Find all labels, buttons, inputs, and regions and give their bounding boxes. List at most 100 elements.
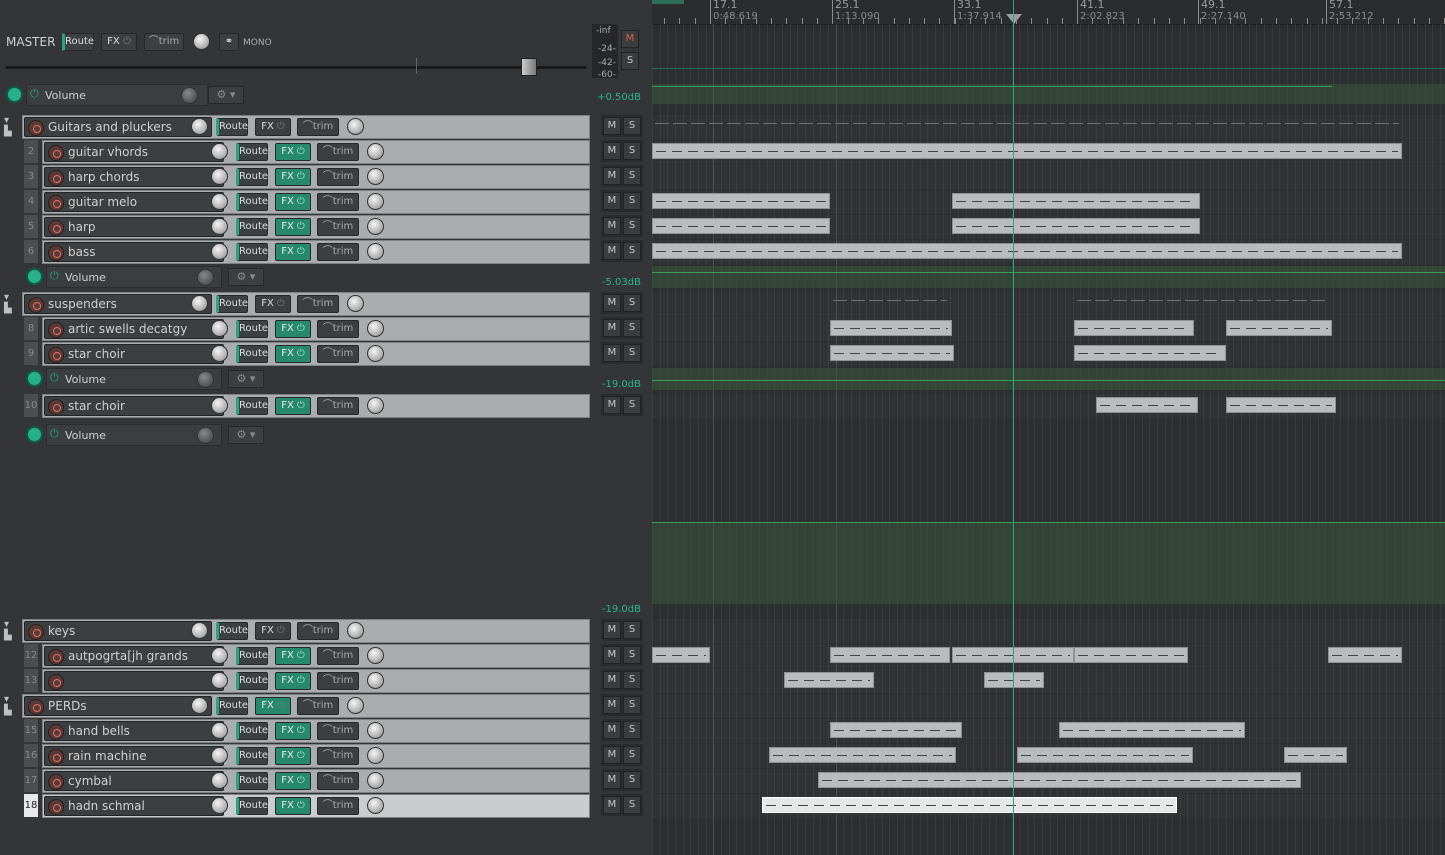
mute-button[interactable]: M: [603, 192, 621, 210]
record-arm-button[interactable]: [48, 799, 64, 815]
route-button[interactable]: Route: [236, 797, 268, 815]
track-name-box[interactable]: star choir: [44, 396, 224, 416]
media-item[interactable]: [1226, 320, 1332, 336]
track-name-box[interactable]: rain machine: [44, 746, 224, 766]
record-arm-button[interactable]: [48, 195, 64, 211]
folder-track[interactable]: keys Route FX ⏻ ⌒trim: [22, 619, 590, 643]
track-name-box[interactable]: Guitars and pluckers: [24, 117, 212, 137]
volume-knob[interactable]: [211, 747, 228, 764]
pan-knob[interactable]: [367, 168, 384, 185]
power-icon[interactable]: ⏻: [297, 323, 305, 334]
pan-knob[interactable]: [347, 118, 364, 135]
solo-button[interactable]: S: [623, 192, 641, 210]
fx-button[interactable]: FX ⏻: [255, 697, 291, 715]
track-name-box[interactable]: [44, 671, 224, 691]
solo-button[interactable]: S: [623, 646, 641, 664]
track-name-box[interactable]: guitar melo: [44, 192, 224, 212]
media-item[interactable]: [1059, 722, 1245, 738]
record-arm-button[interactable]: [28, 120, 44, 136]
track-row[interactable]: guitar melo Route FX ⏻ ⌒trim: [42, 190, 590, 214]
pan-knob[interactable]: [367, 243, 384, 260]
track-name[interactable]: star choir: [68, 397, 125, 415]
track-name[interactable]: guitar melo: [68, 193, 137, 211]
media-item[interactable]: [652, 218, 830, 234]
trim-button[interactable]: ⌒trim: [317, 772, 359, 790]
track-name[interactable]: autpogrta[jh grands: [68, 647, 188, 665]
fx-button[interactable]: FX ⏻: [275, 672, 311, 690]
track-row[interactable]: artic swells decatgy Route FX ⏻ ⌒trim: [42, 317, 590, 341]
power-icon[interactable]: ⏻: [277, 700, 285, 711]
solo-button[interactable]: S: [623, 167, 641, 185]
record-arm-button[interactable]: [48, 170, 64, 186]
envelope-active-toggle[interactable]: [6, 86, 23, 103]
pan-knob[interactable]: [347, 295, 364, 312]
mute-button[interactable]: M: [603, 142, 621, 160]
trim-button[interactable]: ⌒trim: [297, 622, 339, 640]
media-item[interactable]: [952, 193, 1200, 209]
solo-button[interactable]: S: [623, 319, 641, 337]
volume-knob[interactable]: [211, 193, 228, 210]
fader-handle[interactable]: [521, 58, 537, 76]
solo-button[interactable]: S: [623, 396, 641, 414]
media-item[interactable]: [830, 320, 952, 336]
route-button[interactable]: Route: [236, 218, 268, 236]
envelope-value-knob[interactable]: [181, 87, 198, 104]
pan-knob[interactable]: [367, 397, 384, 414]
mute-button[interactable]: M: [603, 217, 621, 235]
track-name[interactable]: artic swells decatgy: [68, 320, 187, 338]
envelope-active-toggle[interactable]: [26, 268, 43, 285]
solo-button[interactable]: S: [623, 142, 641, 160]
media-item[interactable]: [1017, 747, 1193, 763]
track-row[interactable]: bass Route FX ⏻ ⌒trim: [42, 240, 590, 264]
record-arm-button[interactable]: [48, 145, 64, 161]
track-name[interactable]: cymbal: [68, 772, 112, 790]
mute-button[interactable]: M: [603, 242, 621, 260]
mute-button[interactable]: M: [603, 696, 621, 714]
route-button[interactable]: Route: [236, 345, 268, 363]
master-solo-button[interactable]: S: [621, 52, 639, 70]
track-row[interactable]: autpogrta[jh grands Route FX ⏻ ⌒trim: [42, 644, 590, 668]
track-name-box[interactable]: star choir: [44, 344, 224, 364]
trim-button[interactable]: ⌒trim: [317, 672, 359, 690]
route-button[interactable]: Route: [216, 118, 248, 136]
route-button[interactable]: Route: [216, 622, 248, 640]
mute-button[interactable]: M: [603, 746, 621, 764]
record-arm-button[interactable]: [48, 220, 64, 236]
folder-toggle-icon[interactable]: ▾ ▙: [4, 619, 18, 641]
route-button[interactable]: Route: [236, 747, 268, 765]
power-icon[interactable]: ⏻: [277, 625, 285, 636]
envelope-bypass-icon[interactable]: ⏻: [50, 427, 59, 441]
fx-button[interactable]: FX ⏻: [275, 243, 311, 261]
volume-knob[interactable]: [211, 797, 228, 814]
solo-button[interactable]: S: [623, 771, 641, 789]
fx-button[interactable]: FX ⏻: [275, 345, 311, 363]
media-item[interactable]: [769, 747, 956, 763]
track-name[interactable]: hadn schmal: [68, 797, 145, 815]
record-arm-button[interactable]: [28, 624, 44, 640]
power-icon[interactable]: ⏻: [297, 221, 305, 232]
track-name[interactable]: harp chords: [68, 168, 139, 186]
route-button[interactable]: Route: [236, 772, 268, 790]
track-row[interactable]: star choir Route FX ⏻ ⌒trim: [42, 342, 590, 366]
media-item[interactable]: [652, 243, 1402, 259]
master-mute-button[interactable]: M: [621, 30, 639, 48]
pan-knob[interactable]: [367, 797, 384, 814]
pan-knob[interactable]: [367, 345, 384, 362]
media-item[interactable]: [1328, 647, 1402, 663]
route-button[interactable]: Route: [236, 143, 268, 161]
route-button[interactable]: Route: [236, 243, 268, 261]
media-item[interactable]: [762, 797, 1177, 813]
trim-button[interactable]: ⌒trim: [297, 295, 339, 313]
track-name[interactable]: star choir: [68, 345, 125, 363]
media-item[interactable]: [818, 772, 1301, 788]
master-fx-button[interactable]: FX ⏻: [101, 33, 137, 51]
envelope-settings-button[interactable]: ⚙ ▾: [228, 268, 264, 286]
fx-button[interactable]: FX ⏻: [275, 218, 311, 236]
trim-button[interactable]: ⌒trim: [297, 118, 339, 136]
trim-button[interactable]: ⌒trim: [317, 168, 359, 186]
folder-toggle-icon[interactable]: ▾ ▙: [4, 115, 18, 137]
envelope-active-toggle[interactable]: [26, 370, 43, 387]
mute-button[interactable]: M: [603, 167, 621, 185]
track-name-box[interactable]: cymbal: [44, 771, 224, 791]
power-icon[interactable]: ⏻: [277, 121, 285, 132]
